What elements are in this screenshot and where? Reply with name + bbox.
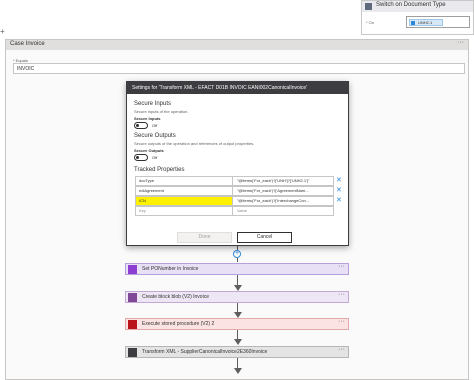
token-chip[interactable]: UNH2.1: [409, 19, 443, 26]
secure-outputs-label: Secure Outputs: [134, 148, 164, 153]
property-value-input[interactable]: "@items('For_each')?['AgreementNam...: [234, 187, 334, 195]
action-label: Create block blob (V2) Invoice: [142, 294, 209, 300]
property-key-input[interactable]: ICN: [136, 197, 233, 205]
delete-row-icon[interactable]: ✕: [336, 187, 342, 194]
action-card[interactable]: Execute stored procedure (V2) 2 ···: [125, 318, 349, 330]
add-icon[interactable]: +: [0, 28, 8, 36]
more-options-icon[interactable]: ···: [338, 291, 345, 298]
equals-field[interactable]: INVOIC: [13, 63, 465, 74]
secure-outputs-state: Off: [152, 155, 158, 160]
secure-outputs-desc: Secure outputs of the operation and refe…: [134, 141, 255, 146]
property-key-input[interactable]: docType: [136, 177, 233, 185]
integration-icon: [128, 348, 137, 357]
case-title: Case Invoice: [10, 41, 45, 47]
switch-title: Switch on Document Type: [376, 2, 446, 8]
secure-outputs-title: Secure Outputs: [134, 133, 176, 139]
property-value-input[interactable]: "@items('For_each')?['UNH']?['UNH2.1']": [234, 177, 334, 185]
switch-header[interactable]: Switch on Document Type: [362, 1, 473, 12]
secure-outputs-toggle[interactable]: [134, 154, 148, 161]
action-label: Transform XML - SupplierCanonicalInvoice…: [142, 349, 268, 355]
settings-dialog: Settings for 'Transform XML - EFACT D01B…: [126, 81, 349, 246]
secure-inputs-state: Off: [152, 123, 158, 128]
action-card[interactable]: Create block blob (V2) Invoice ···: [125, 291, 349, 303]
tracked-properties-table: docType "@items('For_each')?['UNH']?['UN…: [135, 176, 334, 218]
switch-card[interactable]: Switch on Document Type * On UNH2.1: [361, 0, 474, 35]
secure-inputs-toggle[interactable]: [134, 122, 148, 129]
table-row: ICN "@items('For_each')?['InterchangeCon…: [135, 196, 334, 206]
action-label: Set PONumber in Invoice: [142, 266, 199, 272]
secure-inputs-label: Secure Inputs: [134, 116, 161, 121]
more-options-icon[interactable]: ···: [338, 318, 345, 325]
connector-line: [237, 358, 238, 368]
secure-inputs-title: Secure Inputs: [134, 101, 172, 107]
delete-row-icon[interactable]: ✕: [336, 197, 342, 204]
more-options-icon[interactable]: ···: [338, 263, 345, 270]
tracked-properties-title: Tracked Properties: [134, 167, 185, 173]
secure-inputs-desc: Secure inputs of the operation.: [134, 109, 189, 114]
toggle-knob: [136, 156, 139, 159]
blob-icon: [128, 293, 137, 302]
connector-line: [237, 275, 238, 285]
action-card[interactable]: Transform XML - SupplierCanonicalInvoice…: [125, 346, 349, 358]
arrow-down-icon: [234, 368, 242, 374]
table-row: ediAgreement "@items('For_each')?['Agree…: [135, 186, 334, 196]
arrow-down-icon: [234, 339, 242, 345]
cancel-button[interactable]: Cancel: [237, 232, 292, 243]
token-icon: [411, 21, 415, 25]
case-header[interactable]: Case Invoice ···: [6, 39, 468, 50]
property-key-input[interactable]: ediAgreement: [136, 187, 233, 195]
new-key-input[interactable]: Key: [136, 207, 233, 215]
switch-on-field[interactable]: UNH2.1: [406, 16, 470, 28]
switch-icon: [365, 3, 372, 10]
new-value-input[interactable]: Value: [234, 207, 334, 215]
more-options-icon[interactable]: ···: [457, 39, 464, 46]
property-value-input[interactable]: "@items('For_each')?['InterchangeCon...: [234, 197, 334, 205]
switch-on-label: * On: [366, 20, 375, 25]
token-chip-label: UNH2.1: [418, 20, 433, 25]
variable-icon: [128, 265, 137, 274]
sql-icon: [128, 320, 137, 329]
more-options-icon[interactable]: ···: [338, 346, 345, 353]
equals-value: INVOIC: [17, 66, 35, 72]
table-row: docType "@items('For_each')?['UNH']?['UN…: [135, 176, 334, 186]
delete-row-icon[interactable]: ✕: [336, 177, 342, 184]
connector-line: [237, 258, 238, 262]
action-card[interactable]: Set PONumber in Invoice ···: [125, 263, 349, 275]
dialog-header: Settings for 'Transform XML - EFACT D01B…: [127, 82, 348, 94]
dialog-title: Settings for 'Transform XML - EFACT D01B…: [132, 85, 308, 91]
toggle-knob: [136, 124, 139, 127]
action-label: Execute stored procedure (V2) 2: [142, 321, 215, 327]
insert-step-icon[interactable]: +: [233, 250, 241, 258]
done-button[interactable]: Done: [177, 232, 232, 243]
table-row: Key Value: [135, 206, 334, 216]
